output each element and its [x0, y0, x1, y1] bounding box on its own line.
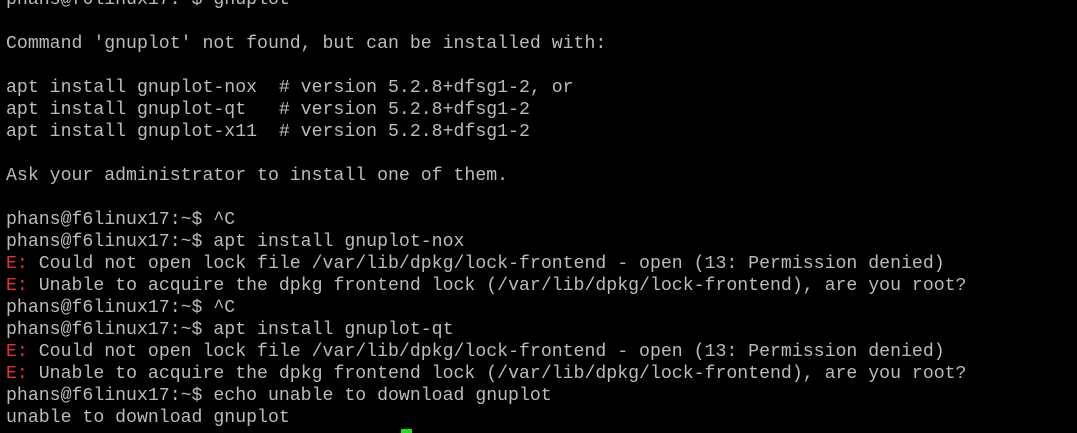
terminal-line: phans@f6linux17:~$ apt install gnuplot-n… [6, 231, 1077, 253]
terminal-window[interactable]: phans@f6linux17:~$ gnuplot Command 'gnup… [0, 0, 1077, 433]
line-text: Could not open lock file /var/lib/dpkg/l… [27, 254, 945, 274]
line-text: unable to download gnuplot [6, 408, 290, 428]
terminal-line: phans@f6linux17:~$ ^C [6, 297, 1077, 319]
terminal-line: apt install gnuplot-qt # version 5.2.8+d… [6, 99, 1077, 121]
line-text: Command 'gnuplot' not found, but can be … [6, 34, 607, 54]
terminal-line: apt install gnuplot-nox # version 5.2.8+… [6, 77, 1077, 99]
error-line: E: Unable to acquire the dpkg frontend l… [6, 275, 1077, 297]
error-line: E: Could not open lock file /var/lib/dpk… [6, 253, 1077, 275]
terminal-line: phans@f6linux17:~$ apt install gnuplot-q… [6, 319, 1077, 341]
terminal-line: unable to download gnuplot [6, 407, 1077, 429]
line-text: phans@f6linux17:~$ ^C [6, 298, 236, 318]
terminal-line: phans@f6linux17:~$ ^C [6, 209, 1077, 231]
error-prefix: E: [6, 342, 28, 362]
line-text: phans@f6linux17:~$ gnuplot [6, 0, 290, 10]
line-text: phans@f6linux17:~$ apt install gnuplot-n… [6, 232, 465, 252]
line-text: Could not open lock file /var/lib/dpkg/l… [27, 342, 945, 362]
line-text: Unable to acquire the dpkg frontend lock… [27, 364, 967, 384]
error-line: E: Could not open lock file /var/lib/dpk… [6, 341, 1077, 363]
error-prefix: E: [6, 254, 28, 274]
error-line: E: Unable to acquire the dpkg frontend l… [6, 363, 1077, 385]
line-text: apt install gnuplot-nox # version 5.2.8+… [6, 78, 574, 98]
line-text: Unable to acquire the dpkg frontend lock… [27, 276, 967, 296]
terminal-line: phans@f6linux17:~$ echo unable to downlo… [6, 385, 1077, 407]
line-text: phans@f6linux17:~$ ^C [6, 210, 236, 230]
line-text: phans@f6linux17:~$ apt install gnuplot-q… [6, 320, 454, 340]
error-prefix: E: [6, 364, 28, 384]
line-text: Ask your administrator to install one of… [6, 166, 509, 186]
line-text: apt install gnuplot-x11 # version 5.2.8+… [6, 122, 530, 142]
terminal-line: phans@f6linux17:~$ gnuplot [6, 0, 1077, 11]
terminal-line: apt install gnuplot-x11 # version 5.2.8+… [6, 121, 1077, 143]
terminal-cursor [401, 429, 412, 433]
line-text: apt install gnuplot-qt # version 5.2.8+d… [6, 100, 530, 120]
terminal-line: Command 'gnuplot' not found, but can be … [6, 33, 1077, 55]
line-text: phans@f6linux17:~$ echo unable to downlo… [6, 386, 552, 406]
terminal-line: Ask your administrator to install one of… [6, 165, 1077, 187]
error-prefix: E: [6, 276, 28, 296]
